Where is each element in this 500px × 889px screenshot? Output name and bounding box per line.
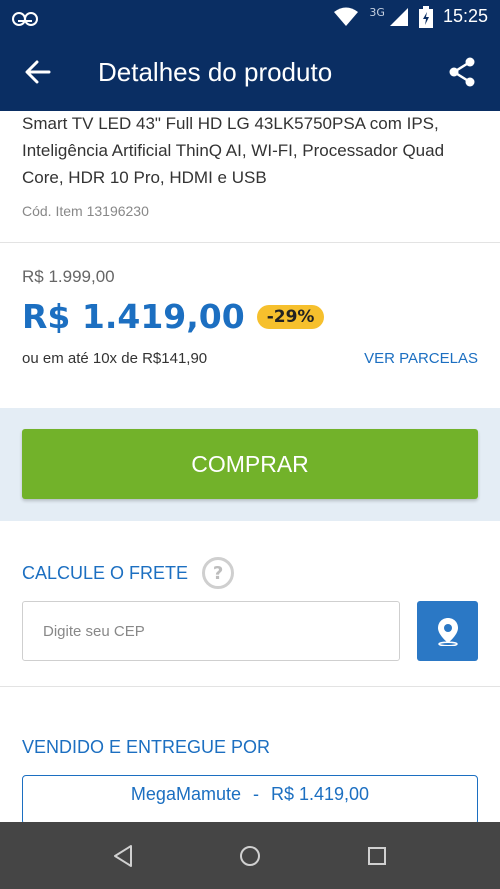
view-installments-link[interactable]: VER PARCELAS [364,350,478,367]
wifi-icon [334,7,359,26]
nav-recents-button[interactable] [357,836,397,876]
app-bar: Detalhes do produto [0,33,500,111]
buy-section: COMPRAR [0,408,500,521]
network-type: 3G [369,6,385,19]
back-arrow-icon [25,60,51,84]
shipping-section: CALCULE O FRETE ? [0,521,500,687]
nav-home-icon [239,845,260,866]
status-bar: 3G 15:25 [0,0,500,33]
page-title: Detalhes do produto [98,56,333,87]
status-right: 3G 15:25 [333,5,488,28]
nav-back-icon [114,844,133,867]
nav-recents-icon [367,846,386,865]
back-button[interactable] [18,52,58,92]
seller-separator: - [252,784,259,804]
nav-home-button[interactable] [230,836,270,876]
cep-input[interactable] [22,601,400,661]
status-time: 15:25 [442,6,488,26]
seller-name: MegaMamute [130,784,241,804]
product-info: Smart TV LED 43" Full HD LG 43LK5750PSA … [0,111,500,243]
battery-icon [418,5,433,28]
installments-row: ou em até 10x de R$141,90 VER PARCELAS [22,350,478,367]
nav-back-button[interactable] [103,836,143,876]
location-button[interactable] [417,601,478,661]
price-row: R$ 1.419,00 -29% [22,297,478,336]
seller-section: VENDIDO E ENTREGUE POR MegaMamute - R$ 1… [0,687,500,825]
product-code: Cód. Item 13196230 [22,203,149,219]
buy-button[interactable]: COMPRAR [22,429,478,499]
price-section: R$ 1.999,00 R$ 1.419,00 -29% ou em até 1… [0,243,500,408]
help-icon[interactable]: ? [202,557,235,589]
seller-price: R$ 1.419,00 [270,784,370,804]
installment-text: ou em até 10x de R$141,90 [22,350,208,367]
seller-card[interactable]: MegaMamute - R$ 1.419,00 [22,775,478,825]
signal-icon [389,7,408,26]
cep-row [22,601,478,661]
location-pin-icon [437,618,458,646]
discount-badge: -29% [256,304,325,329]
product-title: Smart TV LED 43" Full HD LG 43LK5750PSA … [22,114,445,187]
seller-title: VENDIDO E ENTREGUE POR [22,737,271,757]
current-price: R$ 1.419,00 [22,297,245,336]
shipping-title: CALCULE O FRETE [22,562,189,583]
share-icon [449,57,475,87]
shipping-header: CALCULE O FRETE ? [22,557,478,589]
status-left [12,10,38,26]
share-button[interactable] [442,52,482,92]
voicemail-icon [12,10,38,26]
system-nav-bar [0,822,500,889]
old-price: R$ 1.999,00 [22,267,115,286]
